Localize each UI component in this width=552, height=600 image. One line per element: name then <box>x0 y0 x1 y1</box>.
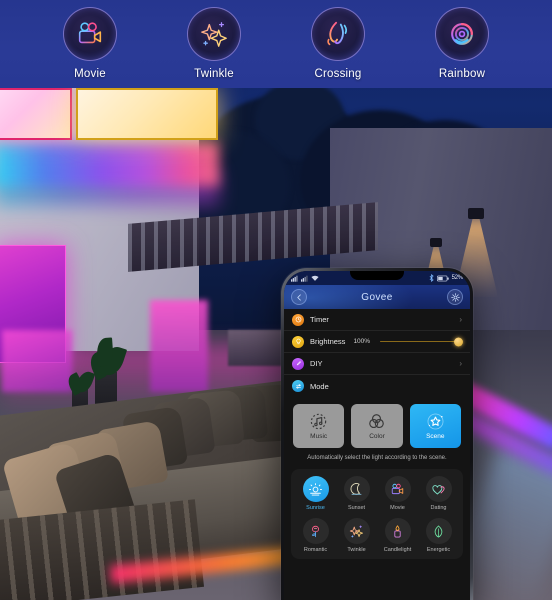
banner-mode-crossing[interactable]: Crossing <box>299 7 377 80</box>
row-label: Timer <box>310 315 329 324</box>
equalizer-icon <box>292 380 304 392</box>
slider-track <box>380 340 462 343</box>
tile-music[interactable]: Music <box>293 404 345 448</box>
tile-label: Scene <box>426 433 445 440</box>
rgb-window-panel <box>76 88 218 140</box>
banner-mode-movie[interactable]: Movie <box>51 7 129 80</box>
leaf-icon <box>425 518 452 544</box>
rose-icon <box>302 518 329 544</box>
slider-knob[interactable] <box>454 337 463 346</box>
row-mode: Mode <box>284 375 470 397</box>
wall-sconce <box>468 208 484 219</box>
row-timer[interactable]: Timer › <box>284 309 470 331</box>
mode-tiles: Music Color Scene <box>284 397 470 452</box>
sparkle-icon <box>343 518 370 544</box>
star-scene-icon <box>427 413 444 430</box>
movie-camera-icon <box>384 476 411 502</box>
banner-mode-label: Rainbow <box>438 68 486 80</box>
scene-twinkle[interactable]: Twinkle <box>336 518 377 553</box>
scene-modes-banner: Movie Twinkle Crossing Rainbow <box>0 0 552 88</box>
banner-mode-label: Twinkle <box>194 68 234 80</box>
scene-energetic[interactable]: Energetic <box>418 518 459 553</box>
screenshot-root: Movie Twinkle Crossing Rainbow 52% Govee… <box>0 0 552 600</box>
gear-icon <box>450 292 460 302</box>
bluetooth-icon <box>429 274 434 282</box>
tile-label: Color <box>369 433 385 440</box>
scene-sunset[interactable]: Sunset <box>336 476 377 511</box>
brightness-value: 100% <box>353 338 371 345</box>
brightness-slider[interactable] <box>380 336 463 348</box>
wall-sconce <box>430 238 442 247</box>
smartphone-mockup: 52% Govee Timer › Brightness 100% DIY › … <box>281 268 473 600</box>
scene-label: Sunset <box>347 505 366 511</box>
led-wall-glow <box>0 142 219 186</box>
pink-window-glow <box>2 330 72 392</box>
scene-label: Romantic <box>303 547 328 553</box>
row-label: Brightness <box>310 337 346 346</box>
scene-label: Movie <box>390 505 405 511</box>
sparkle-icon <box>187 7 241 61</box>
tile-label: Music <box>310 433 328 440</box>
crossing-ribbons-icon <box>311 7 365 61</box>
brush-icon <box>292 357 304 370</box>
bulb-icon <box>292 335 304 348</box>
chevron-right-icon: › <box>459 315 462 324</box>
scene-label: Energetic <box>426 547 451 553</box>
scene-dating[interactable]: Dating <box>418 476 459 511</box>
status-bar-right: 52% <box>429 274 463 282</box>
row-label: Mode <box>310 381 329 391</box>
sunrise-icon <box>302 476 329 502</box>
scene-movie[interactable]: Movie <box>377 476 418 511</box>
scene-candlelight[interactable]: Candlelight <box>377 518 418 553</box>
candle-icon <box>384 518 411 544</box>
row-label: DIY <box>310 359 323 368</box>
music-note-icon <box>310 413 327 430</box>
wifi-icon <box>311 275 319 281</box>
cellular-signal-icon <box>291 275 298 282</box>
scene-romantic[interactable]: Romantic <box>295 518 336 553</box>
scene-label: Dating <box>430 505 447 511</box>
pink-door-glow <box>150 300 208 392</box>
banner-mode-rainbow[interactable]: Rainbow <box>423 7 501 80</box>
battery-icon <box>436 275 449 281</box>
phone-screen: 52% Govee Timer › Brightness 100% DIY › … <box>284 271 470 600</box>
hearts-icon <box>425 476 452 502</box>
chevron-right-icon: › <box>459 359 462 368</box>
app-header: Govee <box>284 285 470 309</box>
banner-mode-label: Crossing <box>314 68 362 80</box>
clock-icon <box>292 313 304 326</box>
scene-hint-text: Automatically select the light according… <box>307 455 447 461</box>
movie-camera-icon <box>63 7 117 61</box>
battery-percent-label: 52% <box>451 275 464 281</box>
back-button[interactable] <box>291 289 307 305</box>
moon-icon <box>343 476 370 502</box>
scene-sunrise[interactable]: Sunrise <box>295 476 336 511</box>
settings-button[interactable] <box>447 289 463 305</box>
scene-panel: Sunrise Sunset Movie Dating Romantic Twi… <box>291 469 463 559</box>
tile-color[interactable]: Color <box>351 404 403 448</box>
cellular-signal-icon <box>301 275 308 282</box>
rainbow-swirl-icon <box>435 7 489 61</box>
tile-scene[interactable]: Scene <box>409 404 461 448</box>
scene-modes-row: Movie Twinkle Crossing Rainbow <box>0 0 552 80</box>
banner-mode-label: Movie <box>74 68 106 80</box>
scene-label: Twinkle <box>347 547 366 553</box>
status-bar-left <box>291 275 319 282</box>
scene-label: Candlelight <box>383 547 412 553</box>
status-bar: 52% <box>284 271 470 285</box>
scene-grid: Sunrise Sunset Movie Dating Romantic Twi… <box>295 476 459 553</box>
row-brightness[interactable]: Brightness 100% <box>284 331 470 353</box>
chevron-left-icon <box>296 293 301 301</box>
app-title: Govee <box>361 291 393 303</box>
app-body: Timer › Brightness 100% DIY › Mode Music… <box>284 309 470 600</box>
row-diy[interactable]: DIY › <box>284 353 470 375</box>
rgb-window-panel <box>0 88 72 140</box>
phone-notch <box>350 271 404 280</box>
banner-mode-twinkle[interactable]: Twinkle <box>175 7 253 80</box>
scene-label: Sunrise <box>306 505 325 511</box>
color-circles-icon <box>369 414 385 429</box>
